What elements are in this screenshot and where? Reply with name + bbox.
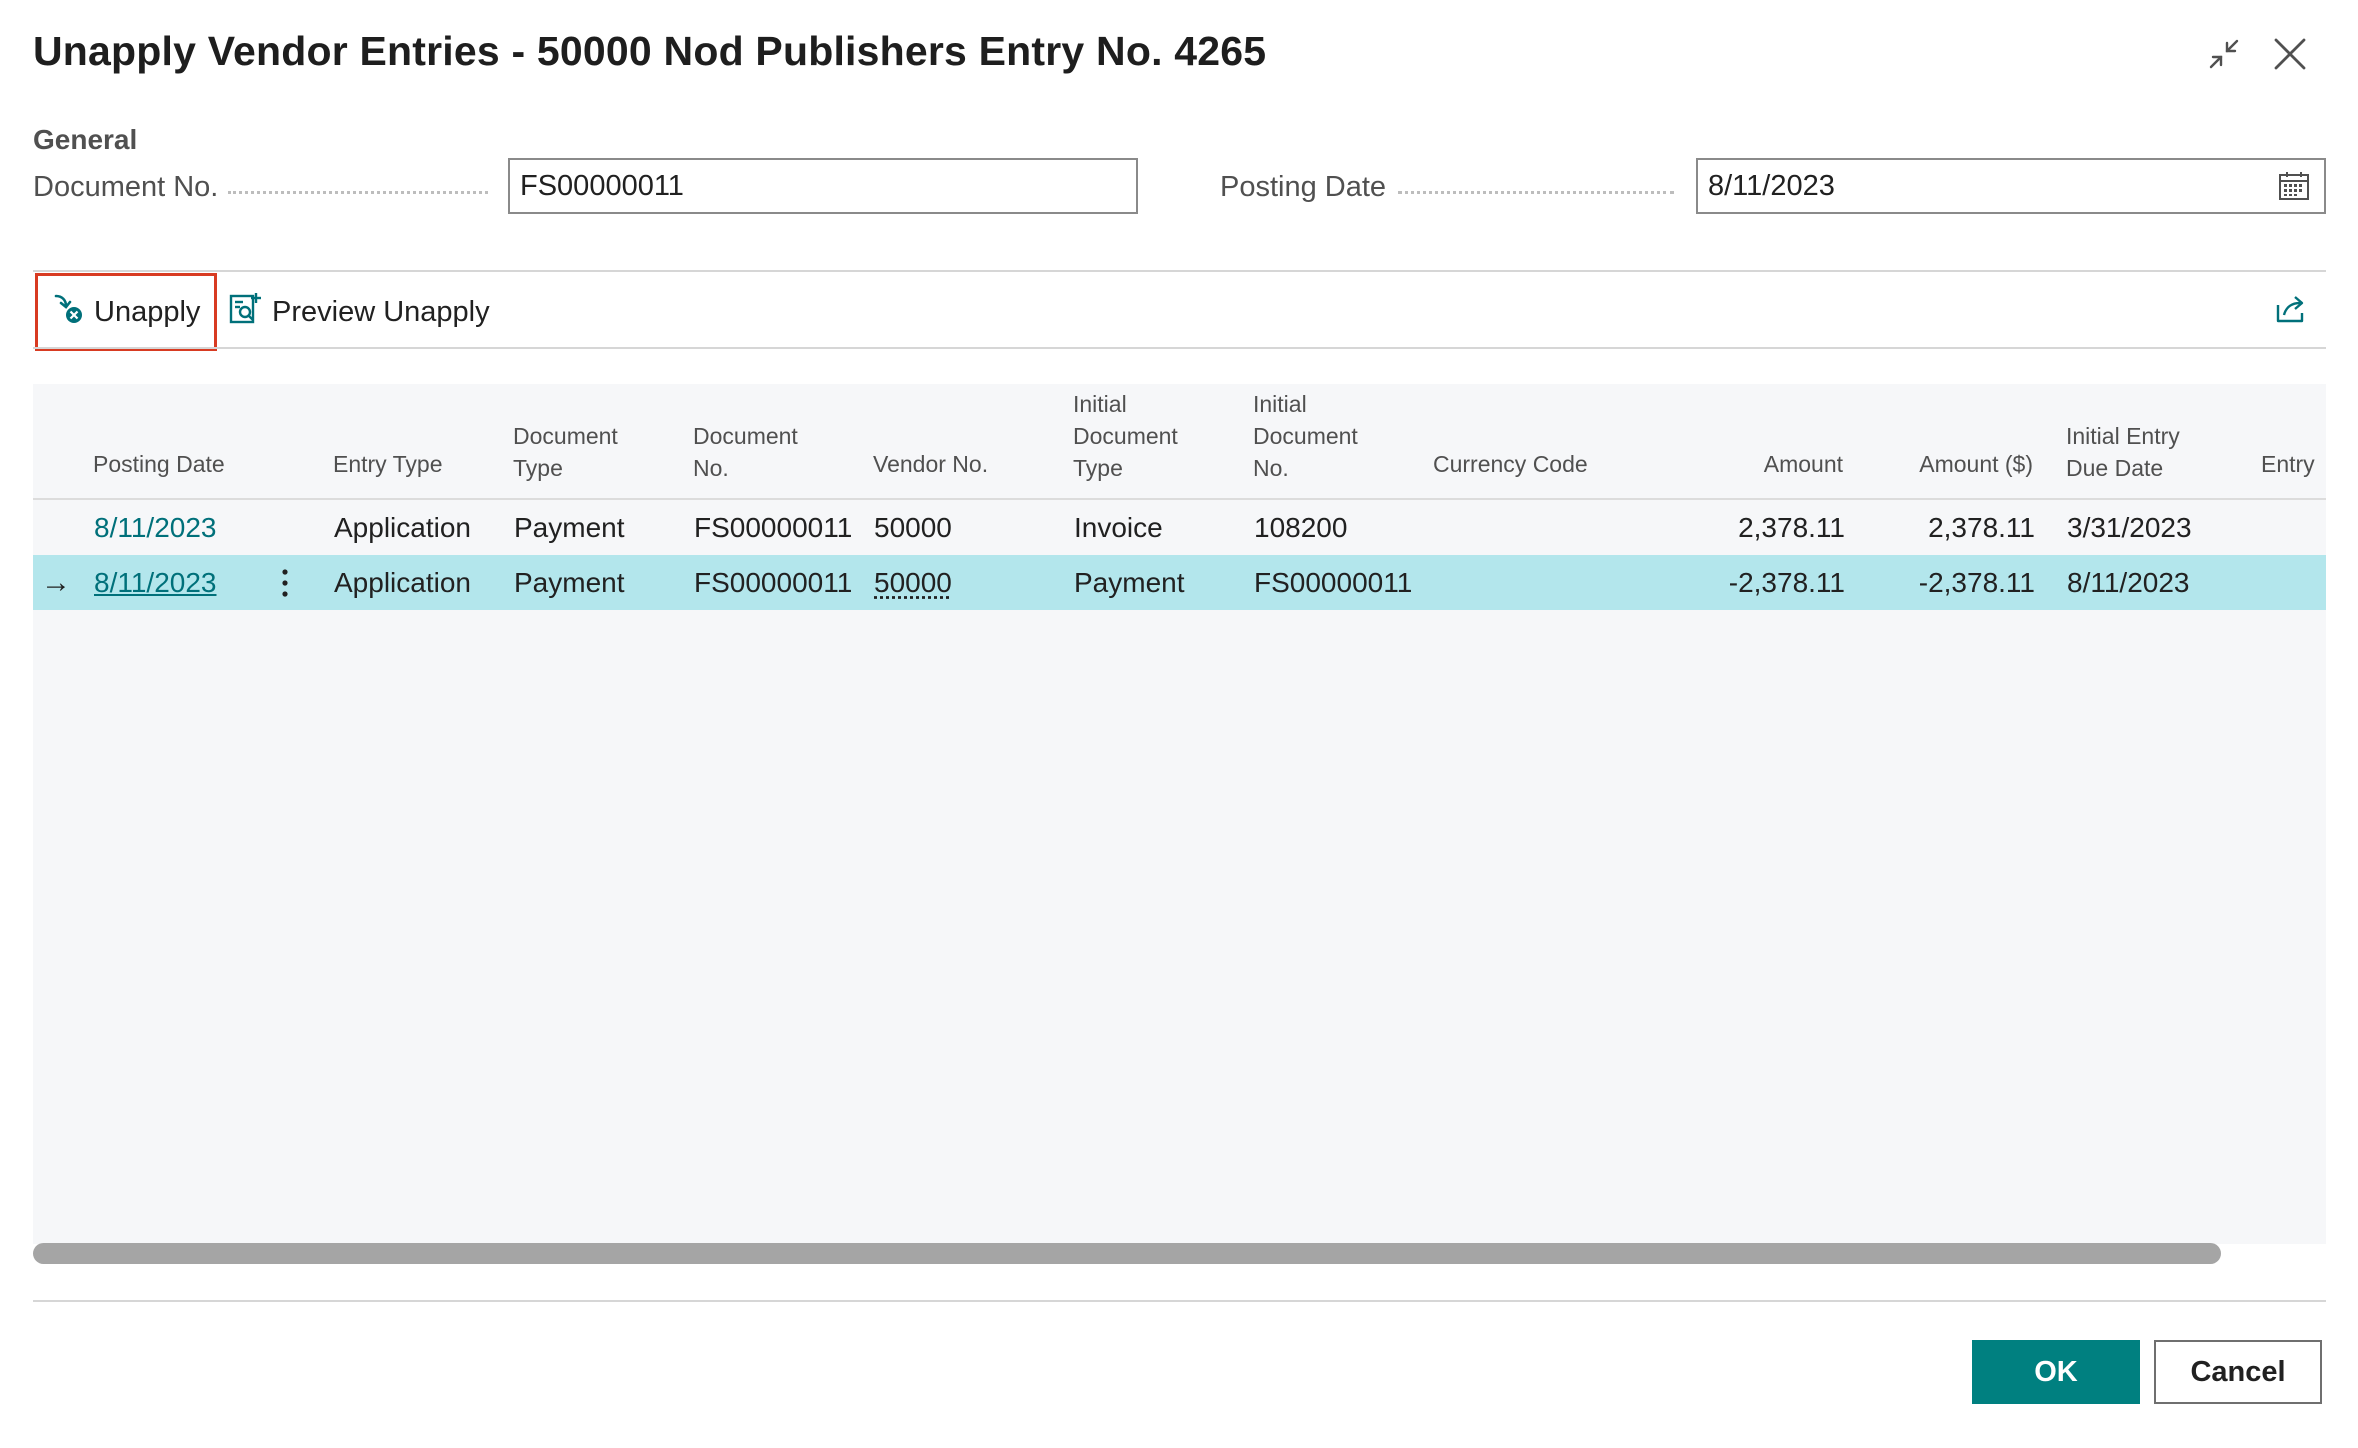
column-header-document-type[interactable]: Document Type	[513, 420, 633, 484]
cell-document-type: Payment	[514, 512, 625, 543]
cell-document-type: Payment	[514, 567, 625, 598]
preview-unapply-button[interactable]: Preview Unapply	[228, 290, 490, 334]
collapse-arrows-icon[interactable]	[2202, 32, 2246, 76]
column-header-entry[interactable]: Entry	[2261, 448, 2326, 480]
ok-button[interactable]: OK	[1972, 1340, 2140, 1404]
column-header-initial-document-type[interactable]: Initial Document Type	[1073, 388, 1193, 484]
cell-posting-date[interactable]: 8/11/2023	[94, 500, 217, 555]
preview-icon	[228, 291, 262, 333]
dialog-title: Unapply Vendor Entries - 50000 Nod Publi…	[33, 28, 1267, 74]
calendar-icon[interactable]	[2278, 171, 2312, 203]
column-header-initial-entry-due-date[interactable]: Initial Entry Due Date	[2066, 420, 2206, 484]
column-header-currency-code[interactable]: Currency Code	[1433, 448, 1588, 480]
cell-amount: -2,378.11	[1728, 567, 1845, 598]
share-icon[interactable]	[2274, 291, 2310, 327]
unapply-button[interactable]: Unapply	[35, 273, 217, 351]
close-icon[interactable]	[2268, 32, 2312, 76]
column-header-entry-type[interactable]: Entry Type	[333, 448, 443, 480]
divider	[33, 347, 2326, 349]
cell-vendor-no[interactable]: 50000	[874, 555, 952, 610]
cell-amount-usd: -2,378.11	[1918, 567, 2035, 598]
row-selected-arrow-icon: →	[41, 566, 71, 599]
cell-vendor-no: 50000	[874, 512, 952, 543]
column-header-initial-document-no[interactable]: Initial Document No.	[1253, 388, 1373, 484]
cancel-button[interactable]: Cancel	[2154, 1340, 2322, 1404]
column-header-amount[interactable]: Amount	[1693, 448, 1843, 480]
section-general: General	[33, 124, 138, 155]
cell-initial-document-no: 108200	[1254, 512, 1348, 543]
preview-unapply-label: Preview Unapply	[272, 295, 490, 328]
dots-leader	[228, 191, 488, 194]
cell-initial-document-type: Payment	[1074, 567, 1185, 598]
cell-entry-type: Application	[334, 512, 471, 543]
table-row[interactable]: 8/11/2023 Application Payment FS00000011…	[33, 500, 2326, 555]
document-no-input[interactable]	[508, 158, 1138, 214]
divider	[33, 1300, 2326, 1302]
dots-leader	[1398, 191, 1674, 194]
cell-posting-date[interactable]: 8/11/2023	[94, 555, 217, 610]
posting-date-input[interactable]	[1696, 158, 2326, 214]
posting-date-label: Posting Date	[1220, 171, 1387, 203]
document-no-label: Document No.	[33, 171, 219, 203]
column-header-amount-usd[interactable]: Amount ($)	[1883, 448, 2033, 480]
entries-grid: Posting Date Entry Type Document Type Do…	[33, 384, 2326, 1244]
horizontal-scrollbar-thumb[interactable]	[33, 1243, 2221, 1264]
column-header-document-no[interactable]: Document No.	[693, 420, 813, 484]
unapply-icon	[52, 292, 84, 332]
divider	[33, 270, 2326, 272]
table-row-selected[interactable]: → 8/11/2023 Application Payment FS000000…	[33, 555, 2326, 610]
cell-amount: 2,378.11	[1738, 512, 1845, 543]
column-header-posting-date[interactable]: Posting Date	[93, 448, 225, 480]
cell-document-no: FS00000011	[694, 512, 853, 543]
cell-initial-entry-due-date: 8/11/2023	[2067, 567, 2190, 598]
vertical-ellipsis-icon[interactable]	[281, 555, 301, 616]
cell-initial-document-type: Invoice	[1074, 512, 1163, 543]
column-header-vendor-no[interactable]: Vendor No.	[873, 448, 988, 480]
cell-initial-document-no: FS00000011	[1254, 567, 1413, 598]
cell-amount-usd: 2,378.11	[1928, 512, 2035, 543]
cell-initial-entry-due-date: 3/31/2023	[2067, 512, 2192, 543]
cell-document-no: FS00000011	[694, 567, 853, 598]
unapply-label: Unapply	[94, 295, 201, 328]
cell-entry-type: Application	[334, 567, 471, 598]
